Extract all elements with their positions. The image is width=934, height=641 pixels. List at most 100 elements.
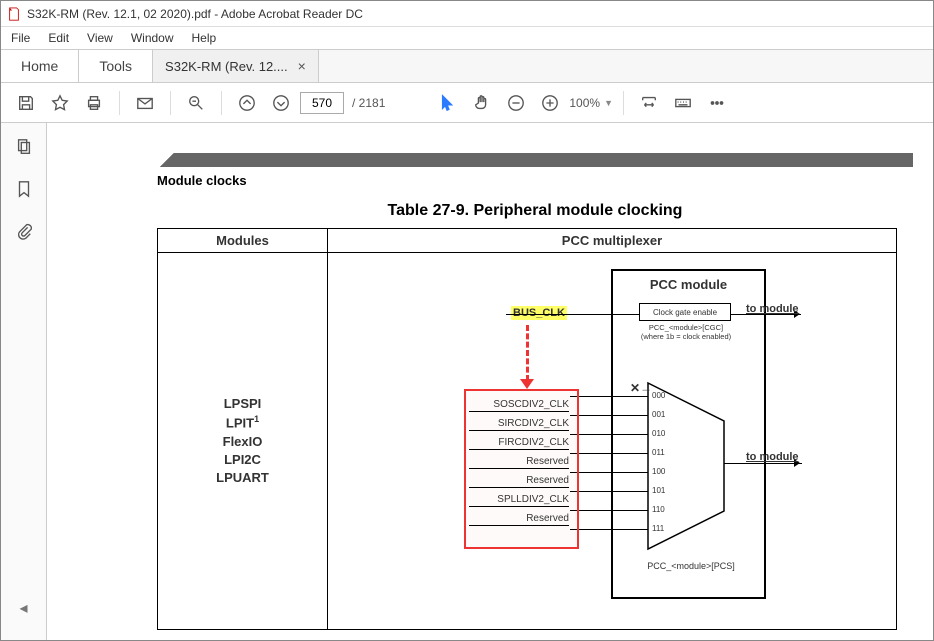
page-down-icon[interactable] — [266, 88, 296, 118]
zoom-dropdown[interactable]: 100% ▼ — [569, 96, 613, 110]
col-pcc: PCC multiplexer — [328, 229, 897, 253]
pcc-diagram: PCC module BUS_CLK Clock gate enable PCC… — [336, 261, 888, 621]
mux-input-line — [570, 491, 648, 492]
tab-document[interactable]: S32K-RM (Rev. 12.... × — [153, 50, 319, 82]
star-icon[interactable] — [45, 88, 75, 118]
pointer-icon[interactable] — [433, 88, 463, 118]
module-item: LPI2C — [166, 451, 319, 469]
mux-x-mark: ✕→ — [630, 381, 652, 395]
mux-code: 110 — [652, 505, 665, 514]
table-row: LPSPI LPIT1 FlexIO LPI2C LPUART PCC modu… — [158, 253, 897, 630]
mux-input-line — [570, 510, 648, 511]
mux-input-line — [570, 453, 648, 454]
mux-output-line — [724, 463, 802, 464]
close-icon[interactable]: × — [298, 58, 306, 74]
module-item: LPSPI — [166, 395, 319, 413]
to-module-label-2: to module — [746, 451, 799, 463]
menu-edit[interactable]: Edit — [48, 31, 69, 45]
red-dashed-line — [526, 325, 529, 381]
menu-bar: File Edit View Window Help — [1, 27, 933, 49]
chevron-down-icon: ▼ — [604, 98, 613, 108]
clk-source: Reserved — [469, 456, 569, 469]
mux-code: 111 — [652, 524, 664, 533]
collapse-sidebar-icon[interactable]: ◂ — [12, 596, 36, 620]
menu-window[interactable]: Window — [131, 31, 174, 45]
pcc-module-title: PCC module — [613, 277, 764, 292]
mux-input-line — [570, 396, 648, 397]
toolbar-separator — [221, 91, 222, 115]
keyboard-icon[interactable] — [668, 88, 698, 118]
diagram-cell: PCC module BUS_CLK Clock gate enable PCC… — [328, 253, 897, 630]
cgc-label-1: PCC_<module>[CGC] — [636, 323, 736, 332]
mux-input-line — [570, 415, 648, 416]
document-viewport[interactable]: Module clocks Table 27-9. Peripheral mod… — [47, 123, 933, 640]
module-item: FlexIO — [166, 433, 319, 451]
save-icon[interactable] — [11, 88, 41, 118]
table-caption: Table 27-9. Peripheral module clocking — [157, 202, 913, 220]
tab-tools[interactable]: Tools — [79, 50, 153, 82]
page-up-icon[interactable] — [232, 88, 262, 118]
mux-code: 001 — [652, 410, 665, 419]
clk-source: FIRCDIV2_CLK — [469, 437, 569, 450]
cgc-label-2: (where 1b = clock enabled) — [636, 332, 736, 341]
menu-file[interactable]: File — [11, 31, 30, 45]
toolbar-separator — [170, 91, 171, 115]
mux-code: 011 — [652, 448, 665, 457]
module-table: Modules PCC multiplexer LPSPI LPIT1 Flex… — [157, 228, 897, 630]
pcs-label: PCC_<module>[PCS] — [631, 561, 751, 571]
tabs-row: Home Tools S32K-RM (Rev. 12.... × — [1, 49, 933, 83]
module-lpit: LPIT — [226, 415, 254, 430]
tab-home[interactable]: Home — [1, 50, 79, 82]
tab-document-label: S32K-RM (Rev. 12.... — [165, 59, 288, 74]
page-number-input[interactable] — [300, 92, 344, 114]
search-icon[interactable] — [181, 88, 211, 118]
toolbar: / 2181 100% ▼ — [1, 83, 933, 123]
window-title: S32K-RM (Rev. 12.1, 02 2020).pdf - Adobe… — [27, 7, 363, 21]
clk-source: SOSCDIV2_CLK — [469, 399, 569, 412]
section-header-bar — [157, 153, 913, 167]
menu-help[interactable]: Help — [192, 31, 217, 45]
modules-cell: LPSPI LPIT1 FlexIO LPI2C LPUART — [158, 253, 328, 630]
clk-source: Reserved — [469, 475, 569, 488]
mux-input-line — [570, 434, 648, 435]
page-total-label: / 2181 — [352, 96, 385, 110]
mux-code: 000 — [652, 391, 665, 400]
module-lpit-sup: 1 — [254, 414, 259, 424]
mux-code: 100 — [652, 467, 665, 476]
toolbar-separator — [119, 91, 120, 115]
hand-icon[interactable] — [467, 88, 497, 118]
mux-input-line — [570, 472, 648, 473]
mux-code: 101 — [652, 486, 665, 495]
print-icon[interactable] — [79, 88, 109, 118]
module-item: LPUART — [166, 469, 319, 487]
mail-icon[interactable] — [130, 88, 160, 118]
fit-width-icon[interactable] — [634, 88, 664, 118]
more-icon[interactable] — [702, 88, 732, 118]
clock-gate-label: PCC_<module>[CGC] (where 1b = clock enab… — [636, 323, 736, 341]
clk-source: Reserved — [469, 513, 569, 526]
sidebar: ◂ — [1, 123, 47, 640]
modules-list: LPSPI LPIT1 FlexIO LPI2C LPUART — [166, 395, 319, 487]
zoom-value: 100% — [569, 96, 600, 110]
section-name: Module clocks — [157, 173, 913, 188]
clk-source: SPLLDIV2_CLK — [469, 494, 569, 507]
to-module-label-1: to module — [746, 303, 799, 315]
module-item: LPIT1 — [166, 413, 319, 433]
mux-input-line — [570, 529, 648, 530]
toolbar-separator — [623, 91, 624, 115]
table-header-row: Modules PCC multiplexer — [158, 229, 897, 253]
col-modules: Modules — [158, 229, 328, 253]
clock-gate-box: Clock gate enable — [639, 303, 731, 321]
title-bar: S32K-RM (Rev. 12.1, 02 2020).pdf - Adobe… — [1, 1, 933, 27]
clk-source: SIRCDIV2_CLK — [469, 418, 569, 431]
acrobat-icon — [7, 7, 21, 21]
zoom-out-icon[interactable] — [501, 88, 531, 118]
mux-code: 010 — [652, 429, 665, 438]
main-area: ◂ Module clocks Table 27-9. Peripheral m… — [1, 123, 933, 640]
red-arrow-icon — [520, 379, 534, 389]
zoom-in-icon[interactable] — [535, 88, 565, 118]
thumbnails-icon[interactable] — [12, 135, 36, 159]
menu-view[interactable]: View — [87, 31, 113, 45]
attachment-icon[interactable] — [12, 219, 36, 243]
bookmark-icon[interactable] — [12, 177, 36, 201]
